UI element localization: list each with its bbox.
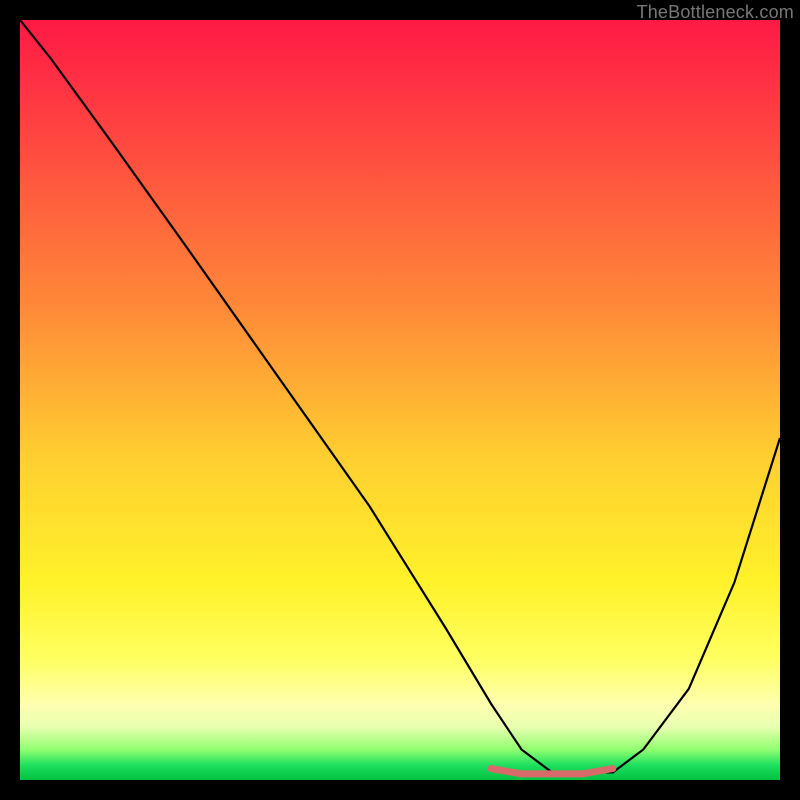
plot-area	[20, 20, 780, 780]
bottleneck-curve-path	[20, 20, 780, 772]
curve-svg	[20, 20, 780, 780]
flat-segment-highlight	[491, 769, 613, 774]
chart-frame: TheBottleneck.com	[0, 0, 800, 800]
